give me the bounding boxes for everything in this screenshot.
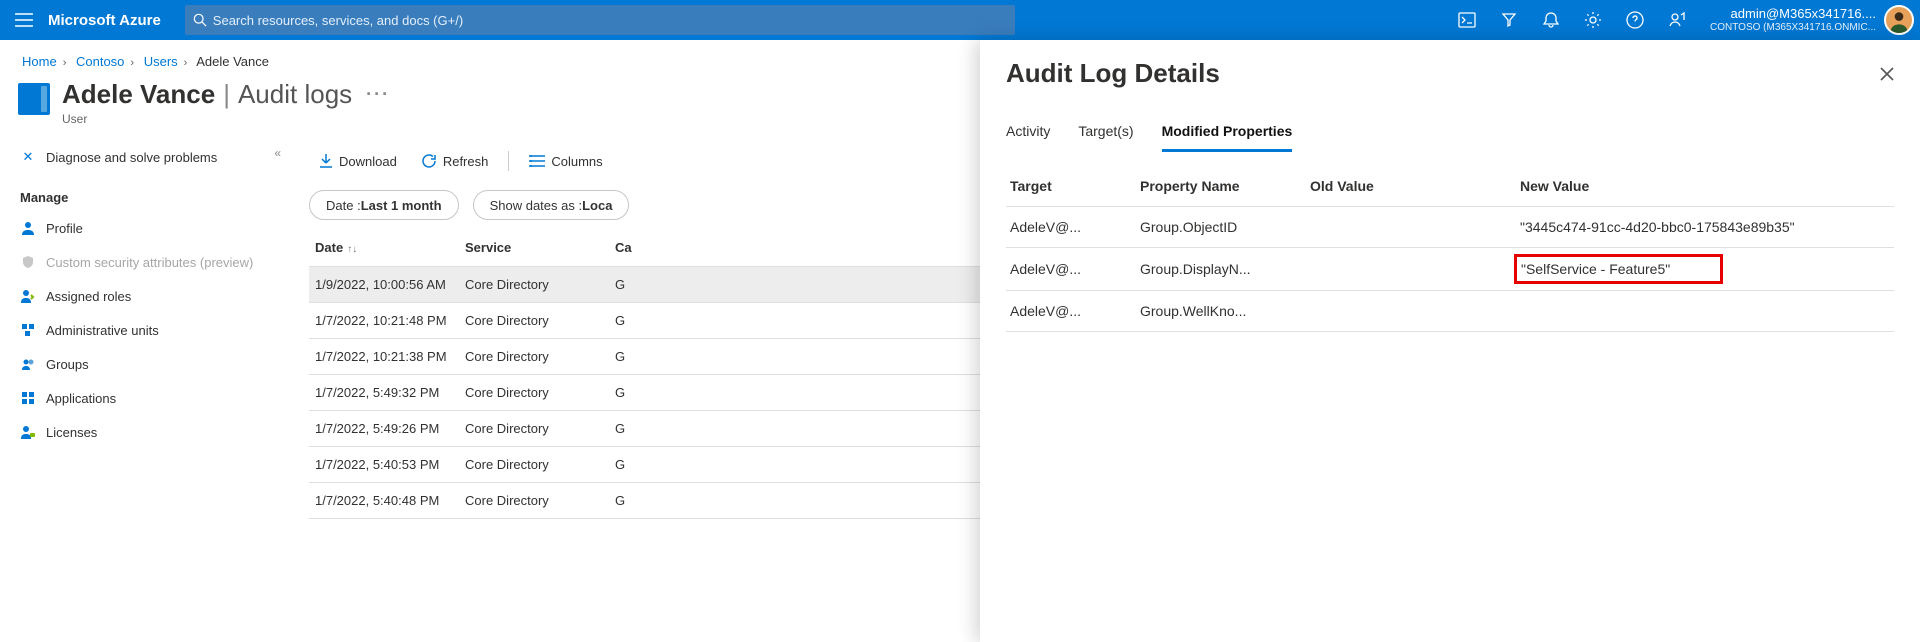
columns-icon: [529, 155, 545, 167]
property-row[interactable]: AdeleV@...Group.WellKno...: [1006, 291, 1894, 332]
crumb-contoso[interactable]: Contoso: [76, 54, 124, 69]
account-email: admin@M365x341716....: [1710, 6, 1876, 22]
sidebar-item-assigned[interactable]: Assigned roles: [18, 279, 295, 313]
role-icon: [20, 289, 36, 303]
sidebar-item-custom: Custom security attributes (preview): [18, 245, 295, 279]
crumb-home[interactable]: Home: [22, 54, 57, 69]
sidebar-item-label: Groups: [46, 357, 89, 372]
download-icon: [319, 153, 333, 169]
panel-title: Audit Log Details: [1006, 58, 1220, 89]
sidebar-item-licenses[interactable]: Licenses: [18, 415, 295, 449]
sidebar-item-label: Custom security attributes (preview): [46, 255, 253, 270]
settings-icon[interactable]: [1572, 0, 1614, 40]
page-subtitle: User: [62, 110, 390, 126]
sidebar-item-label: Administrative units: [46, 323, 159, 338]
hamburger-menu[interactable]: [0, 0, 48, 40]
sidebar-item-groups[interactable]: Groups: [18, 347, 295, 381]
notifications-icon[interactable]: [1530, 0, 1572, 40]
person-icon: [20, 221, 36, 235]
sidebar-item-label: Profile: [46, 221, 83, 236]
sidebar-section-manage: Manage: [18, 174, 295, 211]
col-service[interactable]: Service: [459, 230, 609, 266]
download-button[interactable]: Download: [309, 145, 407, 177]
global-search[interactable]: [185, 5, 1015, 35]
filter-show-dates[interactable]: Show dates as : Loca: [473, 190, 630, 220]
wrench-icon: ✕: [20, 149, 36, 165]
close-panel-button[interactable]: [1880, 67, 1894, 81]
units-icon: [20, 323, 36, 337]
sidebar-item-profile[interactable]: Profile: [18, 211, 295, 245]
top-bar: Microsoft Azure admin@M365x341716.... CO…: [0, 0, 1920, 40]
page-section: Audit logs: [238, 79, 352, 110]
panel-tabs: Activity Target(s) Modified Properties: [1006, 117, 1894, 152]
apps-icon: [20, 391, 36, 405]
user-resource-icon: [18, 83, 50, 115]
sidebar: « ✕ Diagnose and solve problems Manage P…: [0, 140, 295, 642]
col-old-value: Old Value: [1306, 166, 1516, 207]
more-actions[interactable]: ···: [352, 84, 390, 105]
property-row[interactable]: AdeleV@...Group.DisplayN..."SelfService …: [1006, 248, 1894, 291]
sidebar-item-administrative[interactable]: Administrative units: [18, 313, 295, 347]
filter-date[interactable]: Date : Last 1 month: [309, 190, 459, 220]
col-target: Target: [1006, 166, 1136, 207]
modified-properties-table: Target Property Name Old Value New Value…: [1006, 166, 1894, 332]
close-icon: [1880, 67, 1894, 81]
account-tenant: CONTOSO (M365X341716.ONMIC...: [1710, 22, 1876, 34]
columns-button[interactable]: Columns: [519, 145, 612, 177]
col-new-value: New Value: [1516, 166, 1894, 207]
tab-modified-properties[interactable]: Modified Properties: [1162, 117, 1293, 152]
crumb-users[interactable]: Users: [144, 54, 178, 69]
property-row[interactable]: AdeleV@...Group.ObjectID"3445c474-91cc-4…: [1006, 207, 1894, 248]
refresh-icon: [421, 153, 437, 169]
account-menu[interactable]: admin@M365x341716.... CONTOSO (M365X3417…: [1698, 5, 1920, 35]
cloud-shell-icon[interactable]: [1446, 0, 1488, 40]
group-icon: [20, 357, 36, 371]
search-input[interactable]: [207, 13, 1007, 28]
sidebar-item-label: Assigned roles: [46, 289, 131, 304]
tab-targets[interactable]: Target(s): [1078, 117, 1133, 152]
page-title: Adele Vance: [62, 79, 215, 110]
avatar[interactable]: [1884, 5, 1914, 35]
feedback-icon[interactable]: [1656, 0, 1698, 40]
col-date[interactable]: Date↑↓: [309, 230, 459, 266]
col-property: Property Name: [1136, 166, 1306, 207]
license-icon: [20, 425, 36, 439]
sidebar-item-applications[interactable]: Applications: [18, 381, 295, 415]
sidebar-item-label: Applications: [46, 391, 116, 406]
brand-label[interactable]: Microsoft Azure: [48, 12, 185, 29]
search-icon: [193, 13, 207, 27]
sidebar-item-label: Licenses: [46, 425, 97, 440]
collapse-sidebar[interactable]: «: [274, 146, 281, 160]
refresh-button[interactable]: Refresh: [411, 145, 499, 177]
crumb-current: Adele Vance: [196, 54, 269, 69]
details-panel: Audit Log Details Activity Target(s) Mod…: [980, 40, 1920, 642]
tab-activity[interactable]: Activity: [1006, 117, 1050, 152]
help-icon[interactable]: [1614, 0, 1656, 40]
filter-icon[interactable]: [1488, 0, 1530, 40]
sidebar-diagnose[interactable]: ✕ Diagnose and solve problems: [18, 140, 295, 174]
shield-icon: [20, 255, 36, 269]
